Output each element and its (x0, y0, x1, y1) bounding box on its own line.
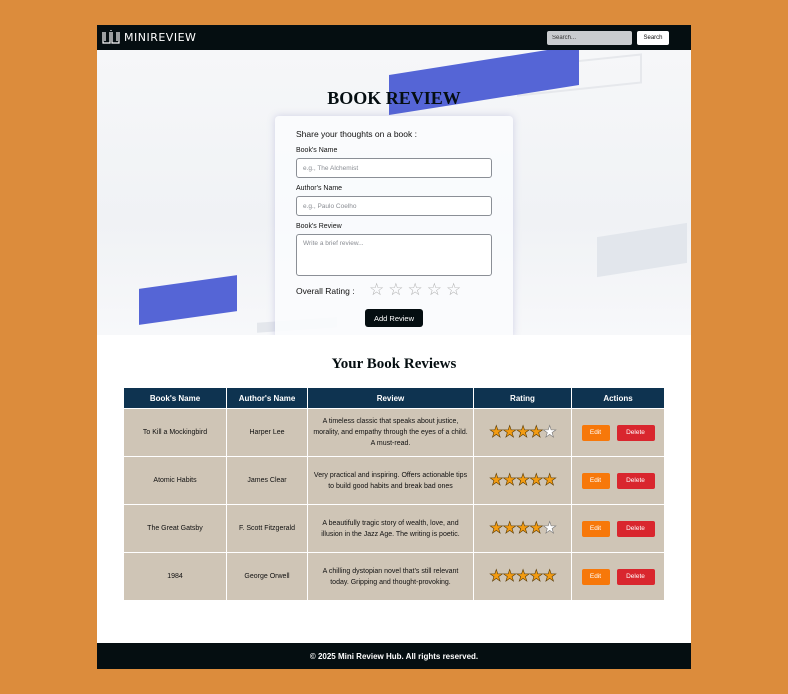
edit-button[interactable]: Edit (581, 472, 610, 489)
hero-section: BOOK REVIEW Share your thoughts on a boo… (97, 50, 691, 335)
star-filled-icon: ★ (529, 422, 544, 441)
decorative-shape (597, 222, 687, 278)
search-input[interactable] (547, 31, 632, 45)
reviews-heading: Your Book Reviews (331, 356, 457, 372)
star-filled-icon: ★ (502, 470, 517, 489)
delete-button[interactable]: Delete (616, 520, 655, 537)
column-header-rating: Rating (473, 387, 572, 409)
cell-book-name: 1984 (123, 552, 227, 601)
rating-star-input: ☆ ☆ ☆ ☆ ☆ (369, 282, 461, 299)
rating-star-icon[interactable]: ☆ (427, 282, 442, 299)
cell-book-name: Atomic Habits (123, 456, 227, 505)
rating-star-icon[interactable]: ☆ (388, 282, 403, 299)
table-row: The Great Gatsby F. Scott Fitzgerald A bea… (123, 504, 665, 553)
edit-button[interactable]: Edit (581, 520, 610, 537)
cell-author-name: Harper Lee (226, 408, 308, 457)
star-filled-icon: ★ (515, 518, 531, 537)
rating-star-icon[interactable]: ☆ (408, 282, 423, 299)
cell-review: Very practical and inspiring. Offers act… (307, 456, 474, 505)
column-header-actions: Actions (571, 387, 665, 409)
delete-button[interactable]: Delete (616, 424, 655, 441)
logo[interactable]: MINIREVIEW (102, 30, 196, 45)
reviews-table: Book's Name Author's Name Review Rating … (123, 387, 665, 601)
cell-actions: Edit Delete (571, 552, 665, 601)
star-filled-icon: ★ (529, 566, 544, 585)
reviews-table-body: To Kill a Mockingbird Harper Lee A timeles… (123, 408, 665, 601)
navbar: MINIREVIEW Search (97, 25, 691, 50)
cell-rating: ★★★★★ (473, 552, 572, 601)
rating-star-icon[interactable]: ☆ (369, 282, 384, 299)
star-filled-icon: ★ (515, 422, 531, 441)
delete-button[interactable]: Delete (616, 472, 655, 489)
edit-button[interactable]: Edit (581, 568, 610, 585)
table-row: 1984 George Orwell A chilling dystopian no… (123, 552, 665, 601)
rating-star-icon[interactable]: ☆ (446, 282, 461, 299)
cell-review: A chilling dystopian novel that’s still … (307, 552, 474, 601)
cell-actions: Edit Delete (571, 504, 665, 553)
book-name-label: Book's Name (296, 147, 338, 154)
cell-actions: Edit Delete (571, 456, 665, 505)
star-filled-icon: ★ (489, 566, 504, 585)
star-filled-icon: ★ (489, 422, 504, 441)
rating-label: Overall Rating : (296, 286, 355, 296)
cell-review: A timeless classic that speaks about jus… (307, 408, 474, 457)
page-container: MINIREVIEW Search BOOK REVIEW Share your… (97, 25, 691, 669)
book-logo-icon (102, 30, 120, 44)
column-header-author: Author's Name (226, 387, 308, 409)
cell-book-name: The Great Gatsby (123, 504, 227, 553)
cell-author-name: F. Scott Fitzgerald (226, 504, 308, 553)
star-filled-icon: ★ (542, 566, 557, 585)
author-name-label: Author's Name (296, 185, 343, 192)
table-header-row: Book's Name Author's Name Review Rating … (123, 387, 665, 409)
star-filled-icon: ★ (542, 470, 557, 489)
star-filled-icon: ★ (489, 518, 504, 537)
column-header-book: Book's Name (123, 387, 227, 409)
search-button[interactable]: Search (637, 31, 669, 45)
cell-book-name: To Kill a Mockingbird (123, 408, 227, 457)
cell-review: A beautifully tragic story of wealth, lo… (307, 504, 474, 553)
form-heading: Share your thoughts on a book : (296, 129, 417, 139)
book-name-input[interactable] (296, 158, 492, 178)
star-filled-icon: ★ (502, 422, 517, 441)
star-empty-icon: ★ (542, 422, 557, 441)
cell-rating: ★★★★★ (473, 456, 572, 505)
footer-text: © 2025 Mini Review Hub. All rights reser… (309, 651, 479, 661)
book-review-label: Book's Review (296, 223, 342, 230)
logo-text: MINIREVIEW (124, 31, 197, 44)
author-name-input[interactable] (296, 196, 492, 216)
star-filled-icon: ★ (502, 518, 517, 537)
cell-author-name: George Orwell (226, 552, 308, 601)
page-title: BOOK REVIEW (327, 88, 461, 108)
star-filled-icon: ★ (502, 566, 517, 585)
book-review-textarea[interactable] (296, 234, 492, 276)
table-row: Atomic Habits James Clear Very practical a… (123, 456, 665, 505)
decorative-shape (139, 275, 237, 325)
cell-author-name: James Clear (226, 456, 308, 505)
cell-rating: ★★★★★ (473, 504, 572, 553)
footer: © 2025 Mini Review Hub. All rights reser… (97, 643, 691, 669)
star-filled-icon: ★ (529, 470, 544, 489)
star-filled-icon: ★ (529, 518, 544, 537)
star-filled-icon: ★ (515, 566, 531, 585)
cell-rating: ★★★★★ (473, 408, 572, 457)
edit-button[interactable]: Edit (581, 424, 610, 441)
star-filled-icon: ★ (489, 470, 504, 489)
star-empty-icon: ★ (542, 518, 557, 537)
add-review-button[interactable]: Add Review (365, 309, 423, 327)
cell-actions: Edit Delete (571, 408, 665, 457)
review-form: Share your thoughts on a book : Book's N… (275, 116, 513, 335)
delete-button[interactable]: Delete (616, 568, 655, 585)
table-row: To Kill a Mockingbird Harper Lee A timeles… (123, 408, 665, 457)
star-filled-icon: ★ (515, 470, 531, 489)
column-header-review: Review (307, 387, 474, 409)
